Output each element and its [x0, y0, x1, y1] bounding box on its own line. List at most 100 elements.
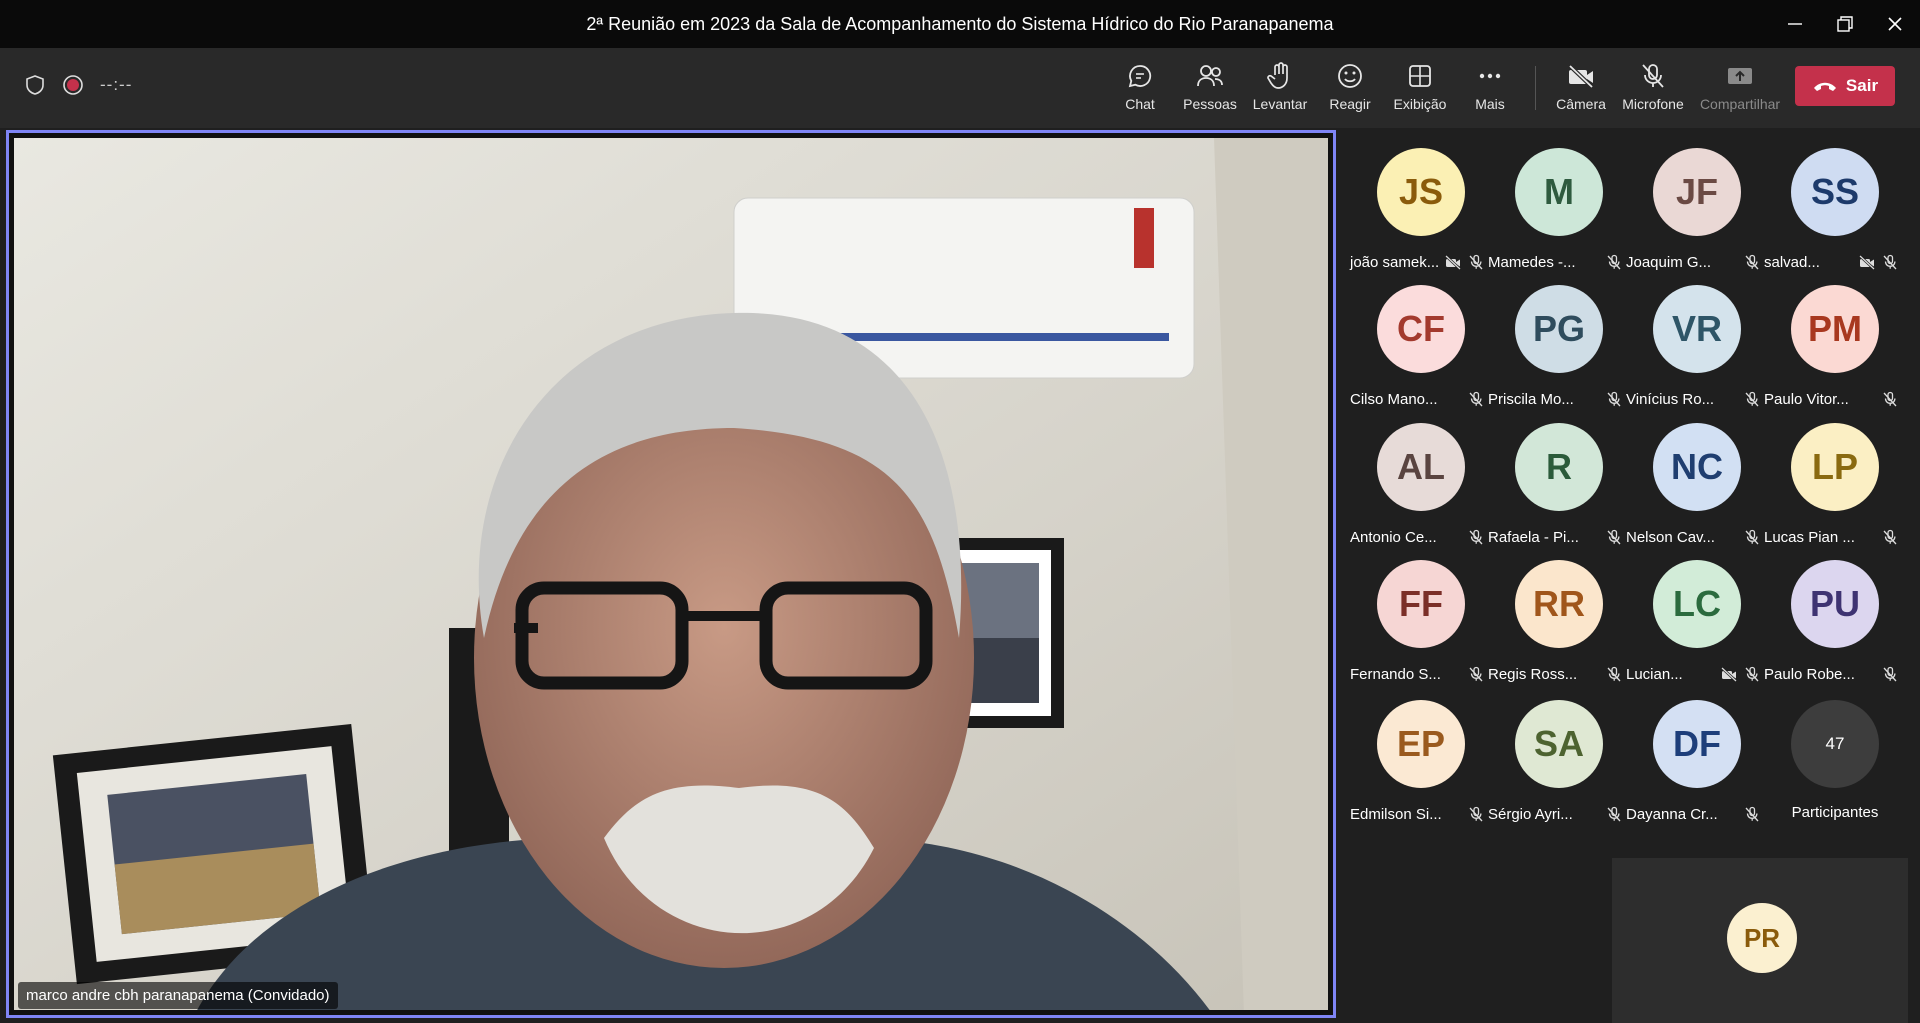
participant-name: Nelson Cav...	[1626, 529, 1715, 546]
participant-avatar: AL	[1377, 423, 1465, 511]
mic-off-icon	[1468, 529, 1484, 550]
restore-button[interactable]	[1820, 0, 1870, 48]
mic-off-icon	[1882, 666, 1898, 687]
phone-hangup-icon	[1813, 82, 1836, 91]
react-label: Reagir	[1329, 96, 1371, 112]
more-button[interactable]: Mais	[1455, 60, 1525, 122]
more-icon	[1477, 60, 1503, 92]
participant-avatar: CF	[1377, 285, 1465, 373]
meeting-timer: --:--	[100, 75, 133, 94]
participant-tile[interactable]: LC Lucian...	[1626, 560, 1766, 690]
view-button[interactable]: Exibição	[1385, 60, 1455, 122]
mic-off-icon	[1744, 254, 1760, 275]
participant-name: Rafaela - Pi...	[1488, 529, 1579, 546]
participant-tile[interactable]: DF Dayanna Cr...	[1626, 700, 1766, 830]
participant-tile[interactable]: VR Vinícius Ro...	[1626, 285, 1766, 415]
participant-tile[interactable]: AL Antonio Ce...	[1350, 423, 1490, 553]
participant-name: Mamedes -...	[1488, 254, 1576, 271]
mic-off-icon	[1744, 806, 1760, 827]
people-icon	[1195, 60, 1225, 92]
participant-tile[interactable]: M Mamedes -...	[1488, 148, 1628, 278]
microphone-button[interactable]: Microfone	[1618, 60, 1688, 122]
window-title: 2ª Reunião em 2023 da Sala de Acompanham…	[586, 13, 1334, 34]
participant-tile[interactable]: FF Fernando S...	[1350, 560, 1490, 690]
view-grid-icon	[1407, 60, 1433, 92]
participant-tile[interactable]: PG Priscila Mo...	[1488, 285, 1628, 415]
mic-off-icon	[1744, 666, 1760, 687]
participant-tile[interactable]: RR Regis Ross...	[1488, 560, 1628, 690]
meeting-status: --:--	[24, 74, 132, 96]
video-frame-image	[14, 138, 1328, 1010]
self-view[interactable]: PR	[1612, 858, 1908, 1023]
participant-avatar: DF	[1653, 700, 1741, 788]
participant-avatar: PU	[1791, 560, 1879, 648]
microphone-label: Microfone	[1622, 96, 1684, 112]
participant-avatar: NC	[1653, 423, 1741, 511]
minimize-icon	[1788, 23, 1802, 25]
restore-icon	[1837, 16, 1853, 32]
camera-button[interactable]: Câmera	[1546, 60, 1616, 122]
smiley-icon	[1336, 60, 1364, 92]
participant-tile[interactable]: R Rafaela - Pi...	[1488, 423, 1628, 553]
participant-tile[interactable]: PU Paulo Robe...	[1764, 560, 1904, 690]
mic-off-icon	[1744, 529, 1760, 550]
participant-tile[interactable]: JS joão samek...	[1350, 148, 1490, 278]
self-avatar: PR	[1727, 903, 1797, 973]
share-button[interactable]: Compartilhar	[1699, 60, 1781, 122]
participant-tile[interactable]: JF Joaquim G...	[1626, 148, 1766, 278]
participant-tile[interactable]: EP Edmilson Si...	[1350, 700, 1490, 830]
participant-name: Vinícius Ro...	[1626, 391, 1715, 408]
participant-name: Cilso Mano...	[1350, 391, 1438, 408]
mic-off-icon	[1606, 806, 1622, 827]
participant-name: Regis Ross...	[1488, 666, 1578, 683]
more-participants-tile[interactable]: 47 Participantes	[1764, 700, 1904, 830]
minimize-button[interactable]	[1770, 0, 1820, 48]
share-label: Compartilhar	[1699, 96, 1781, 112]
chat-label: Chat	[1125, 96, 1155, 112]
toolbar-divider	[1535, 66, 1536, 110]
camera-off-icon	[1445, 254, 1462, 275]
participant-tile[interactable]: SA Sérgio Ayri...	[1488, 700, 1628, 830]
mic-off-icon	[1468, 666, 1484, 687]
participant-tile[interactable]: PM Paulo Vitor...	[1764, 285, 1904, 415]
title-bar: 2ª Reunião em 2023 da Sala de Acompanham…	[0, 0, 1920, 48]
participant-avatar: VR	[1653, 285, 1741, 373]
participant-name: Sérgio Ayri...	[1488, 806, 1573, 823]
mic-off-icon	[1468, 391, 1484, 412]
camera-label: Câmera	[1556, 96, 1606, 112]
mic-off-icon	[1606, 666, 1622, 687]
participant-name: Lucas Pian ...	[1764, 529, 1855, 546]
raise-hand-label: Levantar	[1252, 96, 1308, 112]
more-label: Mais	[1475, 96, 1505, 112]
participant-avatar: EP	[1377, 700, 1465, 788]
share-icon	[1726, 60, 1754, 92]
camera-off-icon	[1859, 254, 1876, 275]
leave-button[interactable]: Sair	[1795, 66, 1895, 106]
participant-name: Paulo Robe...	[1764, 666, 1855, 683]
participant-avatar: JF	[1653, 148, 1741, 236]
participant-tile[interactable]: NC Nelson Cav...	[1626, 423, 1766, 553]
mic-off-icon	[1606, 391, 1622, 412]
close-button[interactable]	[1870, 0, 1920, 48]
more-participants-count: 47	[1791, 700, 1879, 788]
participant-name: Edmilson Si...	[1350, 806, 1442, 823]
participant-tile[interactable]: CF Cilso Mano...	[1350, 285, 1490, 415]
view-label: Exibição	[1393, 96, 1447, 112]
participant-tile[interactable]: LP Lucas Pian ...	[1764, 423, 1904, 553]
participant-tile[interactable]: SS salvad...	[1764, 148, 1904, 278]
participant-avatar: PM	[1791, 285, 1879, 373]
participant-avatar: RR	[1515, 560, 1603, 648]
chat-button[interactable]: Chat	[1105, 60, 1175, 122]
raise-hand-button[interactable]: Levantar	[1245, 60, 1315, 122]
active-speaker-video[interactable]: marco andre cbh paranapanema (Convidado)	[6, 130, 1336, 1018]
people-button[interactable]: Pessoas	[1175, 60, 1245, 122]
participant-name: Dayanna Cr...	[1626, 806, 1718, 823]
camera-off-icon	[1721, 666, 1738, 687]
participant-avatar: R	[1515, 423, 1603, 511]
participant-avatar: PG	[1515, 285, 1603, 373]
camera-off-icon	[1566, 60, 1596, 92]
participant-name: joão samek...	[1350, 254, 1440, 271]
react-button[interactable]: Reagir	[1315, 60, 1385, 122]
mic-off-icon	[1639, 60, 1667, 92]
shield-icon[interactable]	[24, 74, 46, 96]
